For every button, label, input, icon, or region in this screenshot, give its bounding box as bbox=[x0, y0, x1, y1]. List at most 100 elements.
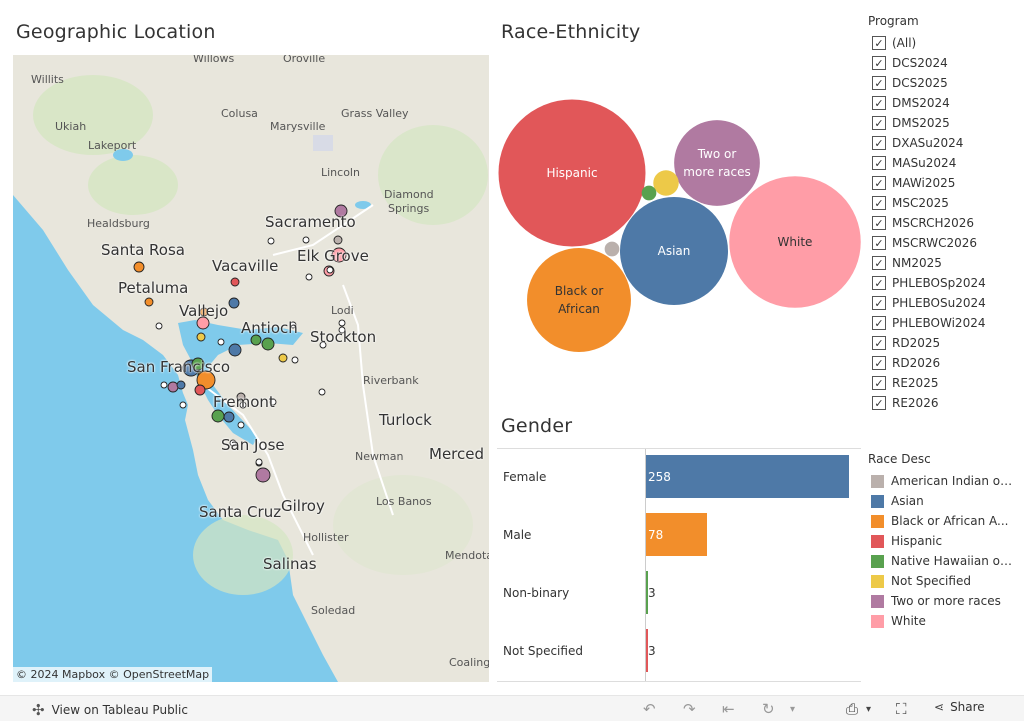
legend-item[interactable]: Two or more races bbox=[868, 591, 1024, 611]
program-filter-item[interactable]: ✓ PHLEBOSp2024 bbox=[868, 273, 1018, 293]
map-location-marker[interactable] bbox=[144, 297, 154, 307]
gender-bar-chart[interactable]: Female 258 Male 78 Non-binary 3 Not Specified 3 bbox=[497, 448, 861, 682]
map-location-marker[interactable] bbox=[133, 261, 145, 273]
program-filter-item[interactable]: ✓ MSC2025 bbox=[868, 193, 1018, 213]
checkbox-checked-icon[interactable]: ✓ bbox=[872, 216, 886, 230]
map-location-marker[interactable] bbox=[230, 277, 240, 287]
checkbox-checked-icon[interactable]: ✓ bbox=[872, 176, 886, 190]
map-location-marker[interactable] bbox=[255, 458, 263, 466]
pause-dropdown-icon[interactable]: ▾ bbox=[790, 704, 795, 715]
place-label: Merced bbox=[429, 445, 485, 463]
map-location-marker[interactable] bbox=[278, 353, 288, 363]
redo-icon[interactable]: ↷ bbox=[683, 700, 696, 718]
legend-item[interactable]: White bbox=[868, 611, 1024, 631]
fullscreen-icon[interactable]: ⛶ bbox=[896, 700, 907, 718]
checkbox-checked-icon[interactable]: ✓ bbox=[872, 356, 886, 370]
gender-row[interactable]: Female 258 bbox=[497, 455, 861, 513]
checkbox-checked-icon[interactable]: ✓ bbox=[872, 36, 886, 50]
legend-item[interactable]: Black or African A... bbox=[868, 511, 1024, 531]
program-filter-item[interactable]: ✓ RE2025 bbox=[868, 373, 1018, 393]
checkbox-checked-icon[interactable]: ✓ bbox=[872, 96, 886, 110]
map-location-marker[interactable] bbox=[255, 467, 271, 483]
undo-icon[interactable]: ↶ bbox=[643, 700, 656, 718]
map-location-marker[interactable] bbox=[196, 332, 206, 342]
map-location-marker[interactable] bbox=[326, 266, 334, 274]
map-attribution[interactable]: © 2024 Mapbox © OpenStreetMap bbox=[13, 667, 213, 682]
program-filter-item[interactable]: ✓ MSCRWC2026 bbox=[868, 233, 1018, 253]
map-location-marker[interactable] bbox=[338, 319, 346, 327]
checkbox-checked-icon[interactable]: ✓ bbox=[872, 156, 886, 170]
program-filter-item[interactable]: ✓ PHLEBOSu2024 bbox=[868, 293, 1018, 313]
map-location-marker[interactable] bbox=[228, 343, 242, 357]
map-location-marker[interactable] bbox=[211, 409, 225, 423]
legend-item[interactable]: Hispanic bbox=[868, 531, 1024, 551]
bubble-native-hawaiian-or-other-pacific-islander[interactable] bbox=[641, 185, 657, 201]
program-filter-item[interactable]: ✓ RD2026 bbox=[868, 353, 1018, 373]
gender-row[interactable]: Male 78 bbox=[497, 513, 861, 571]
program-filter-item[interactable]: ✓ DMS2024 bbox=[868, 93, 1018, 113]
program-filter-item[interactable]: ✓ MSCRCH2026 bbox=[868, 213, 1018, 233]
refresh-icon[interactable]: ↻ bbox=[762, 700, 775, 718]
bubble-black-or-african-american[interactable] bbox=[527, 248, 631, 352]
bubble-two-or-more-races[interactable] bbox=[674, 120, 760, 206]
legend-item[interactable]: Not Specified bbox=[868, 571, 1024, 591]
map-location-marker[interactable] bbox=[155, 322, 163, 330]
download-icon[interactable]: ⎙ bbox=[846, 700, 858, 718]
map-location-marker[interactable] bbox=[237, 421, 245, 429]
share-button[interactable]: ⋖ Share bbox=[934, 700, 985, 714]
map-location-marker[interactable] bbox=[318, 388, 326, 396]
program-filter-item[interactable]: ✓ MAWi2025 bbox=[868, 173, 1018, 193]
geographic-map[interactable]: Willits Willows Oroville Ukiah Colusa Gr… bbox=[13, 55, 489, 682]
checkbox-checked-icon[interactable]: ✓ bbox=[872, 376, 886, 390]
map-location-marker[interactable] bbox=[267, 237, 275, 245]
checkbox-checked-icon[interactable]: ✓ bbox=[872, 316, 886, 330]
checkbox-checked-icon[interactable]: ✓ bbox=[872, 196, 886, 210]
bubble-american-indian-or-alaska-native[interactable] bbox=[604, 241, 620, 257]
program-filter-item[interactable]: ✓ MASu2024 bbox=[868, 153, 1018, 173]
program-filter-item[interactable]: ✓ DXASu2024 bbox=[868, 133, 1018, 153]
download-dropdown-icon[interactable]: ▾ bbox=[866, 704, 871, 715]
map-location-marker[interactable] bbox=[176, 380, 186, 390]
bubble-not-specified[interactable] bbox=[653, 170, 679, 196]
map-location-marker[interactable] bbox=[333, 235, 343, 245]
program-filter-item[interactable]: ✓ PHLEBOWi2024 bbox=[868, 313, 1018, 333]
map-location-marker[interactable] bbox=[305, 273, 313, 281]
gender-bar[interactable] bbox=[646, 455, 849, 498]
legend-item[interactable]: Asian bbox=[868, 491, 1024, 511]
map-location-marker[interactable] bbox=[217, 338, 225, 346]
checkbox-checked-icon[interactable]: ✓ bbox=[872, 256, 886, 270]
map-location-marker[interactable] bbox=[291, 356, 299, 364]
checkbox-checked-icon[interactable]: ✓ bbox=[872, 76, 886, 90]
program-filter-item[interactable]: ✓ NM2025 bbox=[868, 253, 1018, 273]
checkbox-checked-icon[interactable]: ✓ bbox=[872, 396, 886, 410]
map-location-marker[interactable] bbox=[160, 381, 168, 389]
race-ethnicity-bubble-chart[interactable]: Hispanic White Black or African Asian Two or m… bbox=[495, 55, 865, 375]
map-location-marker[interactable] bbox=[223, 411, 235, 423]
map-location-marker[interactable] bbox=[302, 236, 310, 244]
map-location-marker[interactable] bbox=[167, 381, 179, 393]
checkbox-checked-icon[interactable]: ✓ bbox=[872, 236, 886, 250]
program-filter-item[interactable]: ✓ RE2026 bbox=[868, 393, 1018, 413]
map-location-marker[interactable] bbox=[261, 337, 275, 351]
revert-icon[interactable]: ⇤ bbox=[722, 700, 735, 718]
checkbox-checked-icon[interactable]: ✓ bbox=[872, 136, 886, 150]
map-location-marker[interactable] bbox=[228, 297, 240, 309]
program-filter-item[interactable]: ✓ (All) bbox=[868, 33, 1018, 53]
checkbox-checked-icon[interactable]: ✓ bbox=[872, 56, 886, 70]
gender-row[interactable]: Non-binary 3 bbox=[497, 571, 861, 629]
map-points-layer[interactable] bbox=[13, 55, 489, 682]
gender-row[interactable]: Not Specified 3 bbox=[497, 629, 861, 687]
map-location-marker[interactable] bbox=[194, 384, 206, 396]
program-filter-item[interactable]: ✓ DCS2025 bbox=[868, 73, 1018, 93]
checkbox-checked-icon[interactable]: ✓ bbox=[872, 296, 886, 310]
view-on-tableau-public-link[interactable]: ✣ View on Tableau Public bbox=[32, 701, 188, 719]
legend-item[interactable]: American Indian or... bbox=[868, 471, 1024, 491]
program-filter-item[interactable]: ✓ DCS2024 bbox=[868, 53, 1018, 73]
map-location-marker[interactable] bbox=[179, 401, 187, 409]
checkbox-checked-icon[interactable]: ✓ bbox=[872, 336, 886, 350]
checkbox-checked-icon[interactable]: ✓ bbox=[872, 276, 886, 290]
checkbox-checked-icon[interactable]: ✓ bbox=[872, 116, 886, 130]
program-filter-item[interactable]: ✓ RD2025 bbox=[868, 333, 1018, 353]
legend-item[interactable]: Native Hawaiian or... bbox=[868, 551, 1024, 571]
program-filter-item[interactable]: ✓ DMS2025 bbox=[868, 113, 1018, 133]
